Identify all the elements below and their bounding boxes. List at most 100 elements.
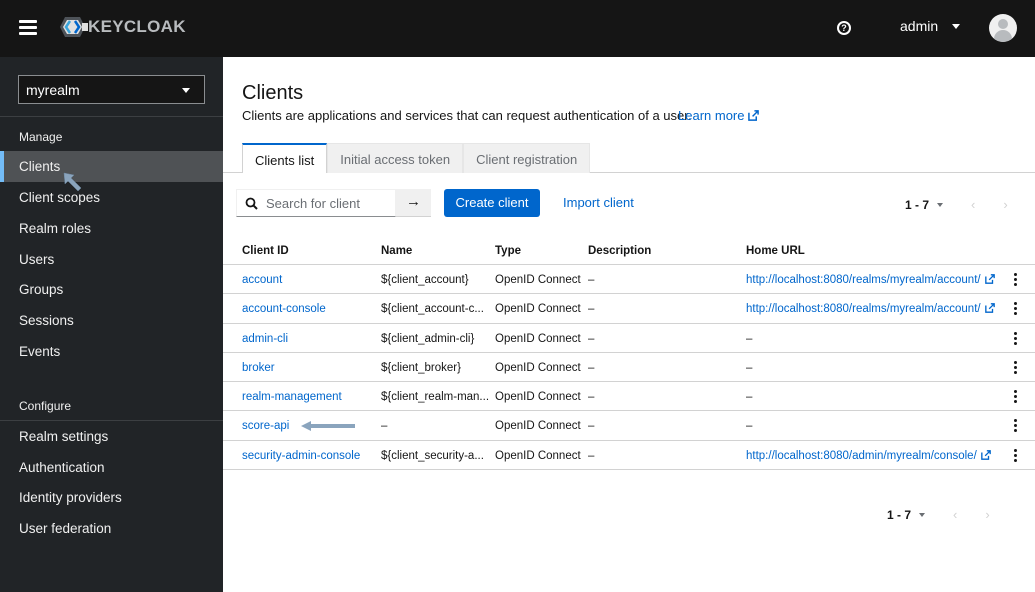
next-page-button[interactable]: › (1003, 197, 1007, 212)
search-submit-button[interactable]: → (396, 189, 431, 217)
client-type: OpenID Connect (495, 420, 581, 433)
sidebar-item-events[interactable]: Events (0, 336, 223, 367)
client-id-link[interactable]: account-console (242, 303, 326, 315)
sidebar-item-sessions[interactable]: Sessions (0, 305, 223, 336)
keycloak-logo[interactable]: KEYCLOAK (60, 15, 186, 39)
pagination-range[interactable]: 1 - 7 (905, 198, 929, 212)
external-link-icon (980, 449, 991, 460)
avatar-body (994, 30, 1012, 42)
column-name[interactable]: Name (381, 245, 412, 257)
caret-down-icon[interactable] (937, 202, 944, 207)
client-type: OpenID Connect (495, 303, 581, 316)
sidebar-item-clients[interactable]: Clients (0, 151, 223, 182)
client-id-link[interactable]: account (242, 274, 282, 286)
table-row: admin-cli ${client_admin-cli} OpenID Conne… (223, 324, 1035, 353)
sidebar-item-realm-settings[interactable]: Realm settings (0, 421, 223, 452)
column-description[interactable]: Description (588, 245, 651, 257)
kebab-menu-icon[interactable] (1014, 390, 1018, 404)
client-description: – (588, 391, 595, 404)
sidebar-item-user-federation[interactable]: User federation (0, 513, 223, 544)
sidebar-item-authentication[interactable]: Authentication (0, 452, 223, 483)
main-content: Clients Clients are applications and ser… (223, 57, 1035, 592)
home-url: – (746, 361, 753, 374)
table-row: security-admin-console ${client_security-… (223, 441, 1035, 471)
sidebar-item-groups[interactable]: Groups (0, 274, 223, 305)
home-url: – (746, 420, 753, 433)
hamburger-icon[interactable] (19, 20, 37, 35)
client-description: – (588, 274, 595, 286)
client-id-link[interactable]: broker (242, 362, 275, 374)
kebab-menu-icon[interactable] (1014, 273, 1018, 287)
learn-more-link[interactable]: Learn more (678, 108, 760, 123)
pointer-arrow-icon (301, 421, 355, 432)
prev-page-button[interactable]: ‹ (971, 197, 975, 212)
external-link-icon (748, 110, 760, 121)
client-name: ${client_broker} (381, 361, 461, 374)
client-id-link[interactable]: score-api (242, 420, 289, 432)
client-description: – (588, 361, 595, 374)
sidebar-item-client-scopes[interactable]: Client scopes (0, 182, 223, 213)
client-id-link[interactable]: realm-management (242, 391, 342, 403)
tab-initial-access-token[interactable]: Initial access token (327, 143, 464, 173)
caret-down-icon (952, 23, 961, 29)
kebab-menu-icon[interactable] (1014, 419, 1018, 433)
help-icon[interactable]: ? (837, 21, 851, 35)
home-url-text: http://localhost:8080/realms/myrealm/acc… (746, 274, 981, 286)
pagination-range[interactable]: 1 - 7 (887, 508, 911, 522)
home-url-text: http://localhost:8080/realms/myrealm/acc… (746, 303, 981, 316)
column-client-id[interactable]: Client ID (242, 245, 289, 257)
create-client-button[interactable]: Create client (444, 189, 540, 217)
client-name: ${client_admin-cli} (381, 332, 475, 345)
caret-down-icon[interactable] (919, 512, 926, 517)
learn-more-label: Learn more (678, 108, 745, 123)
sidebar: myrealm Manage Clients Client scopes Rea… (0, 57, 223, 592)
home-url-link[interactable]: http://localhost:8080/realms/myrealm/acc… (746, 303, 995, 315)
column-home-url[interactable]: Home URL (746, 245, 805, 257)
table-row: account-console ${client_account-c... Open… (223, 294, 1035, 324)
client-type: OpenID Connect (495, 449, 581, 462)
home-url: – (746, 332, 753, 345)
kebab-menu-icon[interactable] (1014, 360, 1018, 375)
arrow-right-icon: → (406, 193, 421, 210)
client-description: – (588, 420, 595, 433)
column-type[interactable]: Type (495, 245, 521, 257)
tab-client-registration[interactable]: Client registration (463, 143, 591, 173)
home-url-link[interactable]: http://localhost:8080/realms/myrealm/acc… (746, 274, 995, 286)
pagination-top: 1 - 7 ‹ › (905, 197, 1008, 212)
sidebar-item-identity-providers[interactable]: Identity providers (0, 482, 223, 513)
search-placeholder: Search for client (266, 195, 360, 211)
client-name: ${client_security-a... (381, 449, 484, 462)
tab-clients-list[interactable]: Clients list (242, 143, 328, 173)
kebab-menu-icon[interactable] (1014, 302, 1018, 316)
client-description: – (588, 303, 595, 316)
home-url-link[interactable]: http://localhost:8080/admin/myrealm/cons… (746, 450, 991, 462)
section-title-configure: Configure (19, 399, 72, 413)
import-client-button[interactable]: Import client (563, 195, 634, 210)
external-link-icon (984, 303, 995, 314)
sidebar-divider (0, 116, 223, 117)
section-title-manage: Manage (19, 130, 63, 144)
search-input[interactable]: Search for client (236, 189, 396, 217)
client-id-link[interactable]: security-admin-console (242, 450, 360, 462)
realm-selector[interactable]: myrealm (18, 75, 205, 104)
client-id-link[interactable]: admin-cli (242, 333, 288, 345)
table-row: score-api – OpenID Connect – – (223, 411, 1035, 441)
avatar[interactable] (989, 14, 1017, 42)
kebab-menu-icon[interactable] (1014, 448, 1018, 463)
caret-down-icon (182, 88, 190, 93)
user-menu[interactable]: admin (900, 18, 961, 34)
masthead: KEYCLOAK ? admin (0, 0, 1035, 57)
table-header: Client ID Name Type Description Home URL (223, 234, 1035, 265)
kebab-menu-icon[interactable] (1014, 331, 1018, 346)
next-page-button[interactable]: › (985, 507, 989, 522)
pointer-arrow-icon (63, 172, 82, 192)
sidebar-item-realm-roles[interactable]: Realm roles (0, 213, 223, 244)
sidebar-item-users[interactable]: Users (0, 244, 223, 275)
home-url: – (746, 391, 753, 404)
client-description: – (588, 449, 595, 462)
clients-table: Client ID Name Type Description Home URL… (223, 234, 1035, 471)
realm-name: myrealm (26, 82, 80, 98)
client-name: ${client_account-c... (381, 303, 484, 316)
prev-page-button[interactable]: ‹ (953, 507, 957, 522)
table-row: broker ${client_broker} OpenID Connect – – (223, 353, 1035, 383)
